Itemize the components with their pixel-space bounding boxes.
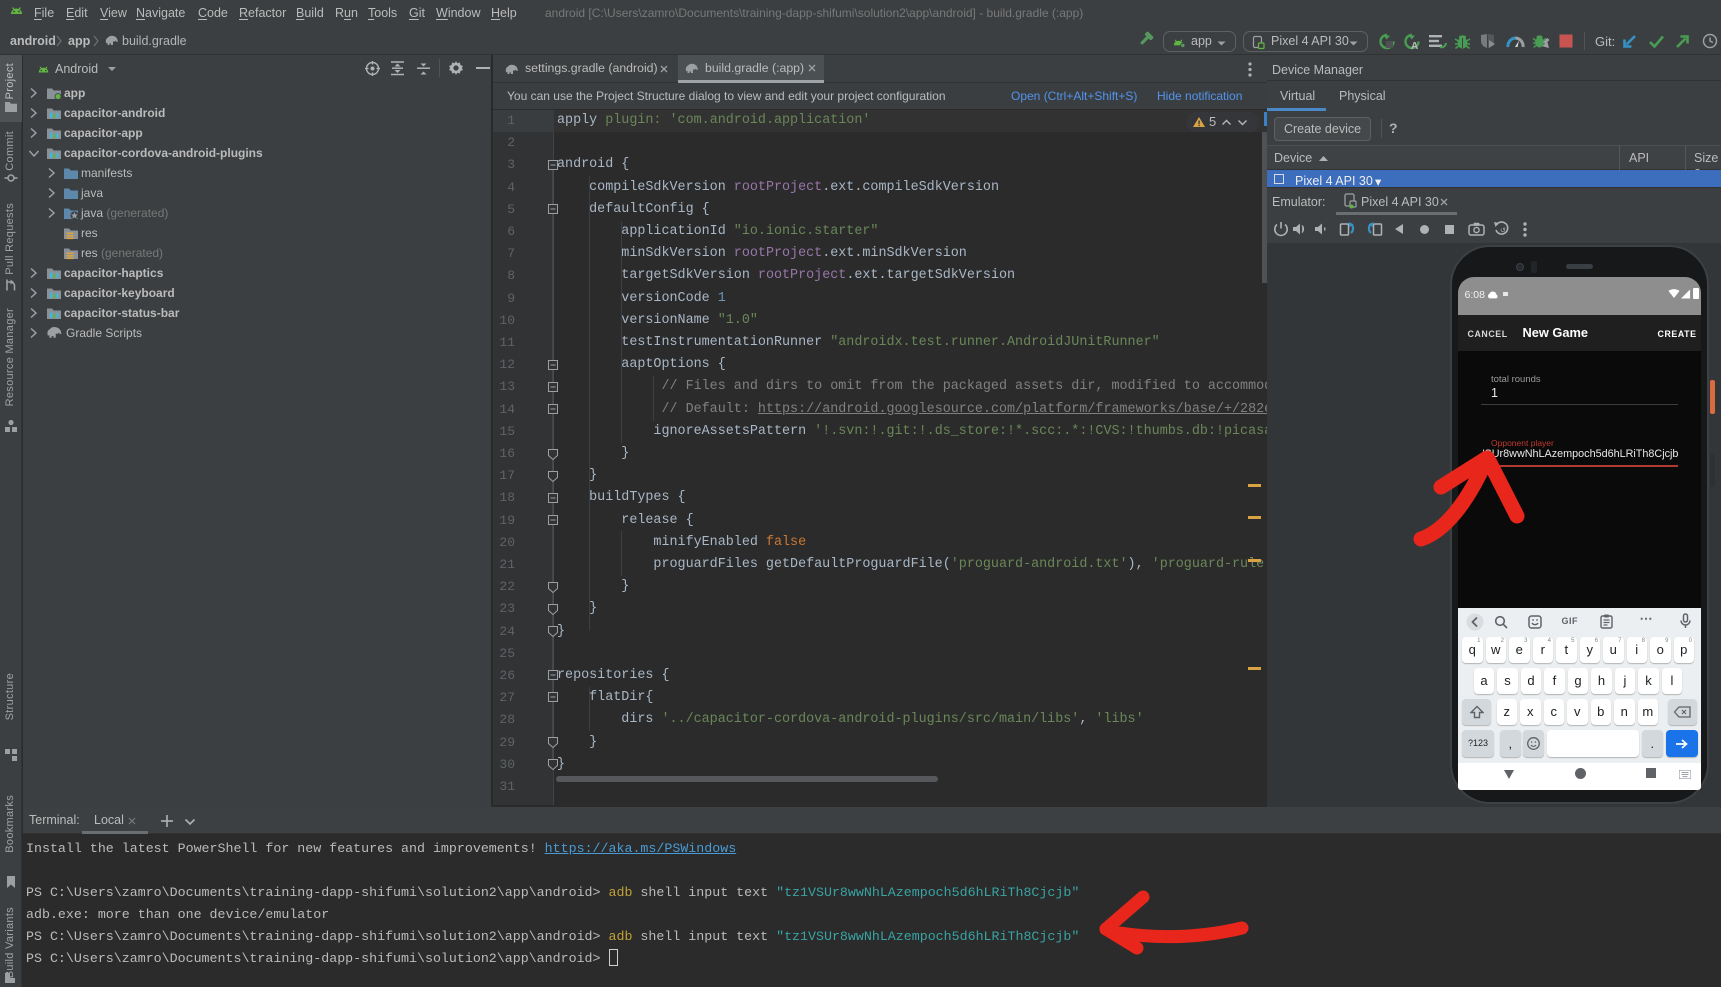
svg-text:A: A bbox=[1411, 41, 1418, 50]
svg-text:↺: ↺ bbox=[1500, 228, 1506, 235]
